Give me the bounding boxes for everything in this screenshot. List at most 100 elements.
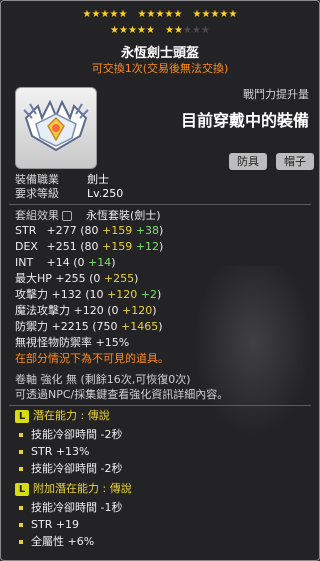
req-job-value: 劍士: [87, 173, 109, 186]
req-job-row: 裝備職業 劍士: [15, 174, 109, 185]
bonus-potential-line-text: STR +19: [31, 518, 80, 531]
star-icon: ★: [137, 9, 147, 20]
legendary-tag: L: [15, 483, 29, 496]
stat-base: 0: [93, 272, 101, 285]
potential-line: 技能冷卻時間 -2秒: [15, 463, 122, 474]
star-icon: ★: [109, 9, 119, 20]
star-icon: ★: [210, 9, 220, 20]
star-icon: ★: [119, 25, 129, 36]
category-badge-hat: 帽子: [276, 153, 314, 170]
scroll-info: 卷軸 強化 無 (剩餘16次,可恢復0次): [15, 373, 191, 386]
stat-scroll: +120: [107, 288, 138, 301]
stat-row: STR +277 (80 +159 +38): [15, 224, 164, 237]
stat-row: 最大HP +255 (0 +255): [15, 272, 139, 285]
divider: [9, 405, 311, 406]
stat-total: +14: [43, 256, 70, 269]
star-icon: ★: [192, 9, 202, 20]
stat-bonus: +12: [135, 240, 159, 253]
star-force-row-1: ★★★★★ ★★★★★ ★★★★★: [1, 10, 319, 20]
stat-total: +277: [43, 224, 77, 237]
star-icon: ★: [219, 9, 229, 20]
stat-base: 0: [111, 304, 119, 317]
stat-total: +120: [70, 304, 104, 317]
bonus-potential-header: L 附加潛在能力 : 傳說: [15, 483, 132, 496]
potential-line: STR +13%: [15, 446, 90, 457]
combat-power-label: 戰鬥力提升量: [243, 88, 309, 101]
bonus-potential-title: 附加潛在能力 : 傳說: [33, 482, 132, 495]
stat-bonus: +14: [88, 256, 112, 269]
potential-line-text: 技能冷卻時間 -2秒: [31, 462, 123, 475]
stat-total: +251: [43, 240, 77, 253]
bullet-icon: [19, 467, 23, 471]
star-force-row-2: ★★★★★ ★★★★★: [1, 26, 319, 36]
bonus-potential-line-text: 全屬性 +6%: [31, 535, 95, 548]
ignore-def-value: +15%: [95, 336, 130, 349]
item-icon-frame: [15, 87, 97, 169]
category-badge-armor: 防具: [229, 153, 267, 170]
stat-bonus: +2: [140, 288, 157, 301]
stat-row: INT +14 (0 +14): [15, 256, 116, 269]
stat-base: 0: [77, 256, 85, 269]
bonus-potential-line: STR +19: [15, 519, 79, 530]
star-icon: ★: [164, 9, 174, 20]
star-icon: ★: [146, 25, 156, 36]
star-icon: ★: [201, 25, 211, 36]
set-effect-value: 永恆套裝(劍士): [86, 209, 161, 222]
set-effect-label: 套組效果: [15, 209, 59, 222]
star-icon: ★: [146, 9, 156, 20]
star-icon: ★: [155, 9, 165, 20]
potential-line: 技能冷卻時間 -2秒: [15, 429, 122, 440]
stat-label: 魔法攻擊力: [15, 304, 70, 317]
potential-line-text: STR +13%: [31, 445, 90, 458]
stat-base: 750: [96, 320, 118, 333]
stat-scroll: +159: [102, 240, 133, 253]
stat-label: 攻擊力: [15, 288, 48, 301]
req-level-row: 要求等級 Lv.250: [15, 188, 123, 199]
stat-total: +255: [51, 272, 86, 285]
star-icon: ★: [228, 9, 238, 20]
legendary-tag: L: [15, 410, 29, 423]
stat-total: +2215: [48, 320, 89, 333]
item-tooltip: ★★★★★ ★★★★★ ★★★★★ ★★★★★ ★★★★★ 永恆劍士頭盔 可交換1次(…: [0, 0, 320, 561]
stat-base: 10: [89, 288, 104, 301]
stat-base: 80: [84, 224, 99, 237]
star-icon: ★: [82, 9, 92, 20]
lock-icon: [62, 211, 72, 221]
stat-bonus: +38: [135, 224, 159, 237]
ignore-def-label: 無視怪物防禦率: [15, 336, 92, 349]
star-icon: ★: [192, 25, 202, 36]
req-job-label: 裝備職業: [15, 173, 59, 186]
req-level-value: Lv.250: [87, 187, 124, 200]
stat-row: 攻擊力 +132 (10 +120 +2): [15, 288, 162, 301]
potential-header: L 潛在能力 : 傳說: [15, 410, 110, 423]
star-icon: ★: [128, 25, 138, 36]
star-icon: ★: [173, 9, 183, 20]
bonus-potential-line: 全屬性 +6%: [15, 536, 94, 547]
stat-label: STR: [15, 224, 37, 237]
stat-label: INT: [15, 256, 34, 269]
divider: [9, 204, 311, 205]
star-icon: ★: [100, 9, 110, 20]
set-effect-row: 套組效果 永恆套裝(劍士): [15, 210, 161, 221]
stat-scroll: +255: [103, 272, 135, 285]
helmet-icon: [23, 99, 89, 152]
stat-row: 魔法攻擊力 +120 (0 +120): [15, 304, 157, 317]
bonus-potential-line: 技能冷卻時間 -1秒: [15, 502, 122, 513]
stat-total: +132: [48, 288, 82, 301]
ignore-def-row: 無視怪物防禦率 +15%: [15, 337, 129, 348]
background-character-silhouette: [193, 266, 313, 436]
stat-row: DEX +251 (80 +159 +12): [15, 240, 164, 253]
stat-row: 防禦力 +2215 (750 +1465): [15, 320, 163, 333]
npc-info: 可透過NPC/採集鍵查看強化資訊詳細內容。: [15, 388, 229, 401]
star-icon: ★: [174, 25, 184, 36]
combat-power-value: 目前穿戴中的裝備: [180, 111, 309, 130]
star-icon: ★: [91, 9, 101, 20]
bullet-icon: [19, 523, 23, 527]
bullet-icon: [19, 450, 23, 454]
stat-base: 80: [84, 240, 99, 253]
star-icon: ★: [183, 25, 193, 36]
trade-status: 可交換1次(交易後無法交換): [91, 62, 229, 75]
stat-label: 防禦力: [15, 320, 48, 333]
req-level-label: 要求等級: [15, 187, 59, 200]
bullet-icon: [19, 506, 23, 510]
